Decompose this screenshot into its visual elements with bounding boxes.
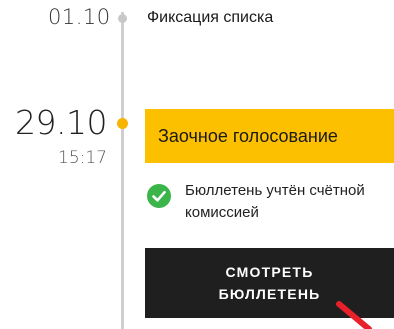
check-circle-icon (147, 184, 171, 208)
event-date: 01.10 (48, 5, 111, 29)
ballot-status: Бюллетень учтён счётной комиссией (147, 180, 394, 236)
stage-title: Заочное голосование (158, 125, 338, 146)
view-ballot-button-label: СМОТРЕТЬ БЮЛЛЕТЕНЬ (218, 264, 321, 302)
timeline-dot-inactive (118, 14, 127, 23)
timeline-line (121, 12, 124, 329)
status-text: Бюллетень учтён счётной комиссией (185, 182, 365, 221)
event-time: 15:17 (58, 148, 107, 168)
event-date: 29.10 (15, 103, 107, 142)
view-ballot-button[interactable]: СМОТРЕТЬ БЮЛЛЕТЕНЬ (145, 248, 394, 318)
stage-banner: Заочное голосование (145, 109, 394, 163)
timeline-dot-active (117, 118, 128, 129)
voting-timeline: 01.10 Фиксация списка 29.10 15:17 Заочно… (0, 0, 394, 329)
event-title: Фиксация списка (147, 9, 274, 26)
